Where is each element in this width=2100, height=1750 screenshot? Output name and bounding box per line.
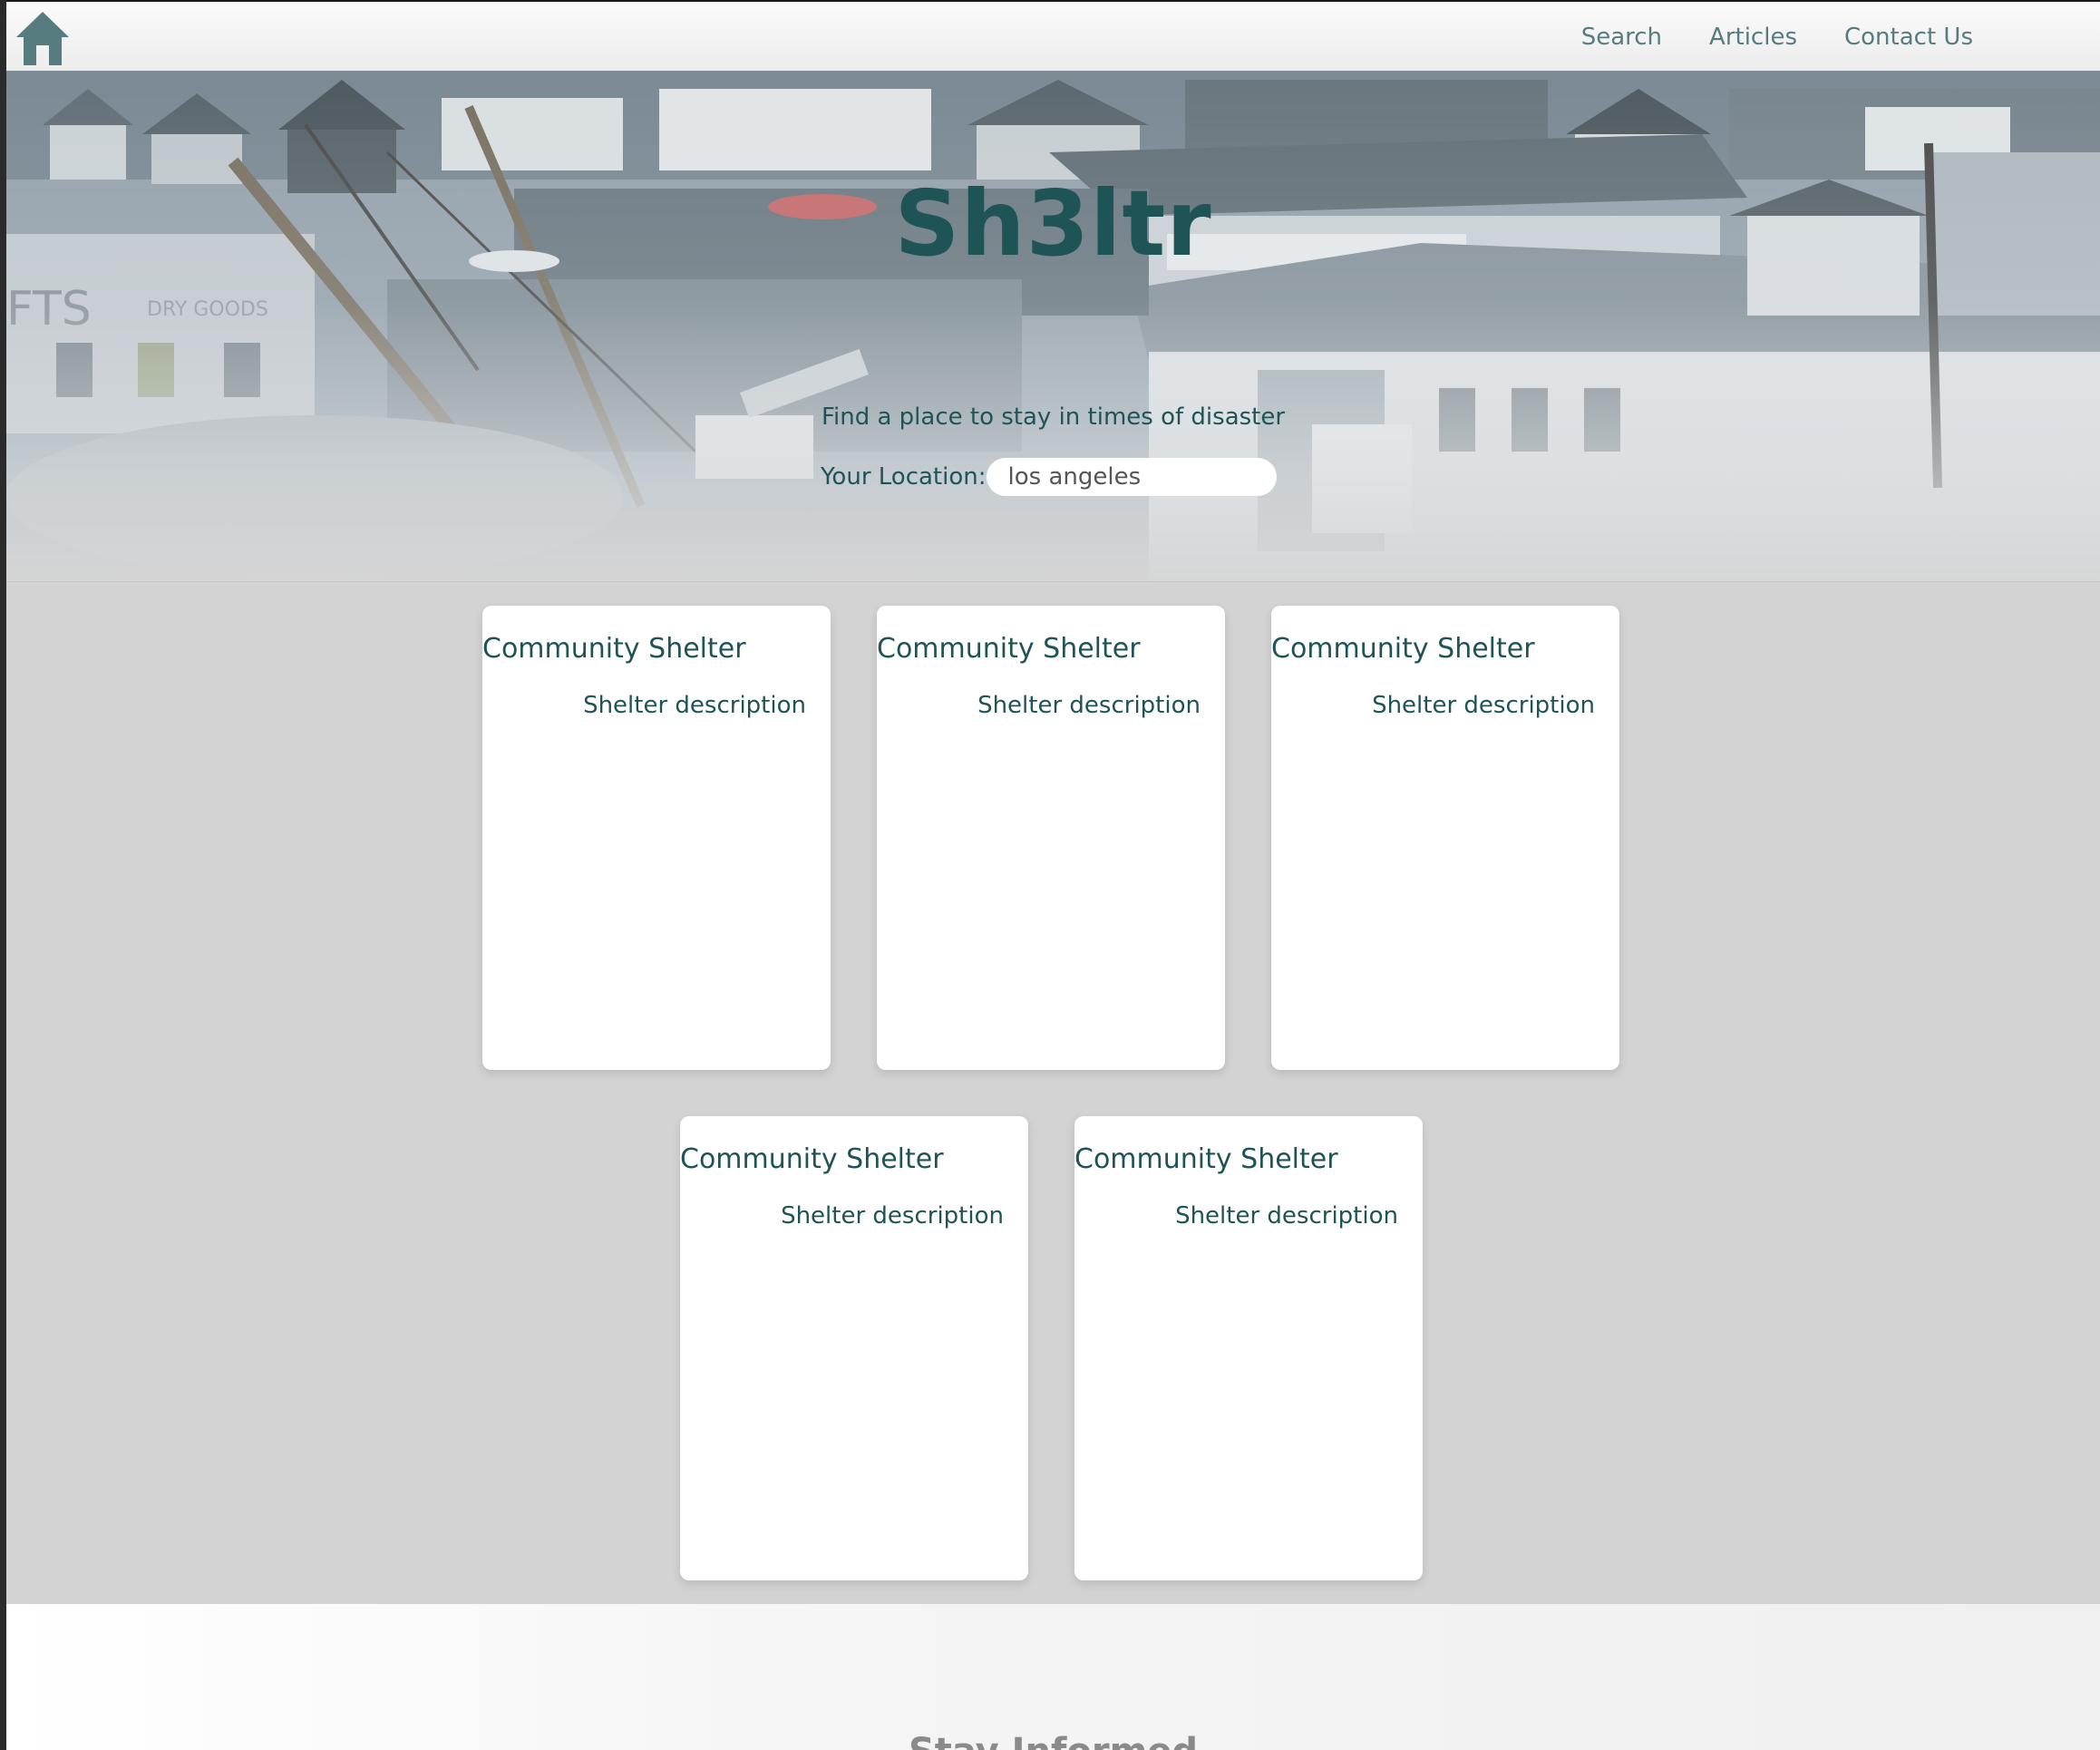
nav-link-articles[interactable]: Articles xyxy=(1709,24,1797,51)
nav-links: Search Articles Contact Us xyxy=(1581,2,1973,73)
shelter-card-title: Community Shelter xyxy=(482,633,746,665)
nav-link-contact-us[interactable]: Contact Us xyxy=(1844,24,1973,51)
home-icon[interactable] xyxy=(14,9,72,67)
shelter-card-title: Community Shelter xyxy=(877,633,1141,665)
shelter-card-description: Shelter description xyxy=(977,692,1201,719)
nav-link-search[interactable]: Search xyxy=(1581,24,1662,51)
shelter-card-description: Shelter description xyxy=(781,1202,1004,1230)
shelter-card-title: Community Shelter xyxy=(1271,633,1535,665)
location-label: Your Location: xyxy=(821,463,987,491)
hero-divider xyxy=(6,581,2100,582)
navbar: Search Articles Contact Us xyxy=(6,0,2100,71)
location-input[interactable] xyxy=(986,458,1277,496)
shelter-card-description: Shelter description xyxy=(1372,692,1595,719)
info-section-heading: Stay Informed xyxy=(6,1731,2100,1750)
shelter-card[interactable]: Community Shelter Shelter description xyxy=(877,606,1225,1070)
shelter-card-description: Shelter description xyxy=(583,692,806,719)
shelter-card[interactable]: Community Shelter Shelter description xyxy=(1074,1116,1423,1580)
hero-banner: FTS DRY GOODS Sh3ltr Find a place to sta… xyxy=(6,71,2100,582)
shelter-card-title: Community Shelter xyxy=(680,1143,944,1175)
shelter-card-title: Community Shelter xyxy=(1074,1143,1338,1175)
browser-viewport: Search Articles Contact Us Sh3ltr Find a… xyxy=(0,0,2100,1750)
shelter-card[interactable]: Community Shelter Shelter description xyxy=(1271,606,1619,1070)
page: Search Articles Contact Us Sh3ltr Find a… xyxy=(6,0,2100,1750)
shelter-card[interactable]: Community Shelter Shelter description xyxy=(680,1116,1028,1580)
hero-tagline: Find a place to stay in times of disaste… xyxy=(821,403,1286,431)
shelter-card[interactable]: Community Shelter Shelter description xyxy=(482,606,831,1070)
hero-overlay xyxy=(6,71,2100,582)
info-section: Stay Informed xyxy=(6,1604,2100,1750)
location-search: Your Location: xyxy=(821,457,1277,497)
shelter-card-description: Shelter description xyxy=(1175,1202,1398,1230)
site-title: Sh3ltr xyxy=(894,170,1212,277)
